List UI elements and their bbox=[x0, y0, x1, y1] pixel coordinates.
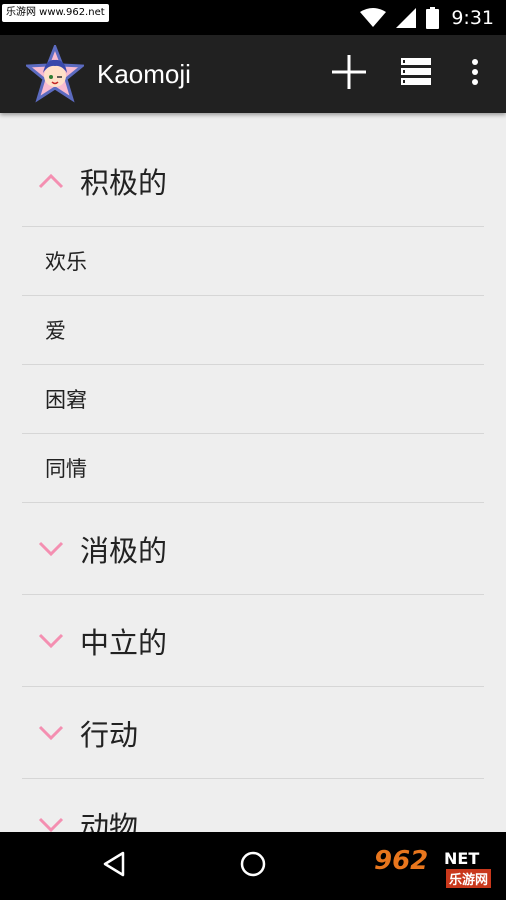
group-label: 动物 bbox=[80, 809, 139, 833]
list-view-button[interactable] bbox=[396, 35, 436, 113]
group-label: 行动 bbox=[80, 717, 139, 752]
chevron-down-icon bbox=[22, 817, 80, 833]
group-label: 积极的 bbox=[80, 165, 168, 200]
overflow-menu-button[interactable] bbox=[460, 35, 490, 113]
wifi-icon bbox=[360, 7, 387, 28]
home-button[interactable] bbox=[230, 832, 276, 900]
home-icon bbox=[240, 851, 266, 881]
add-icon bbox=[331, 54, 367, 94]
list-item-love[interactable]: 爱 bbox=[22, 296, 484, 365]
list-item-embarrassed[interactable]: 困窘 bbox=[22, 365, 484, 434]
watermark-cn: 乐游网 bbox=[446, 869, 492, 888]
group-header-negative[interactable]: 消极的 bbox=[22, 503, 484, 595]
group-header-actions[interactable]: 行动 bbox=[22, 687, 484, 779]
watermark-number: 962 bbox=[374, 846, 429, 876]
back-button[interactable] bbox=[92, 832, 136, 900]
navigation-bar: 962 NET 乐游网 bbox=[0, 832, 506, 900]
watermark-net: NET bbox=[444, 849, 480, 868]
status-bar: 乐游网 www.962.net 9:31 bbox=[0, 0, 506, 35]
list-view-icon bbox=[401, 58, 431, 90]
group-header-positive[interactable]: 积极的 bbox=[22, 135, 484, 227]
category-list: 积极的 欢乐 爱 困窘 同情 消极的 中立的 行动 动物 bbox=[22, 135, 484, 832]
chevron-down-icon bbox=[22, 541, 80, 557]
app-bar: Kaomoji bbox=[0, 35, 506, 113]
chevron-down-icon bbox=[22, 725, 80, 741]
back-icon bbox=[102, 851, 126, 881]
category-list-container: 积极的 欢乐 爱 困窘 同情 消极的 中立的 行动 动物 bbox=[0, 113, 506, 832]
battery-icon bbox=[426, 6, 440, 29]
group-label: 消极的 bbox=[80, 533, 168, 568]
list-item-joy[interactable]: 欢乐 bbox=[22, 227, 484, 296]
watermark-label: 乐游网 www.962.net bbox=[2, 4, 109, 22]
chevron-down-icon bbox=[22, 633, 80, 649]
signal-icon bbox=[396, 7, 417, 28]
group-label: 中立的 bbox=[80, 625, 168, 660]
list-item-sympathy[interactable]: 同情 bbox=[22, 434, 484, 503]
status-time: 9:31 bbox=[451, 6, 494, 29]
chevron-up-icon bbox=[22, 173, 80, 189]
status-icons: 9:31 bbox=[350, 0, 494, 35]
app-logo-icon bbox=[24, 42, 86, 103]
group-header-animals[interactable]: 动物 bbox=[22, 779, 484, 832]
screen: 乐游网 www.962.net 9:31 Kaomoji 积极的 欢乐 爱 困窘… bbox=[0, 0, 506, 900]
group-header-neutral[interactable]: 中立的 bbox=[22, 595, 484, 687]
site-watermark: 962 NET 乐游网 bbox=[368, 846, 500, 890]
more-vert-icon bbox=[471, 59, 479, 89]
app-title: Kaomoji bbox=[97, 59, 191, 89]
add-button[interactable] bbox=[326, 35, 372, 113]
